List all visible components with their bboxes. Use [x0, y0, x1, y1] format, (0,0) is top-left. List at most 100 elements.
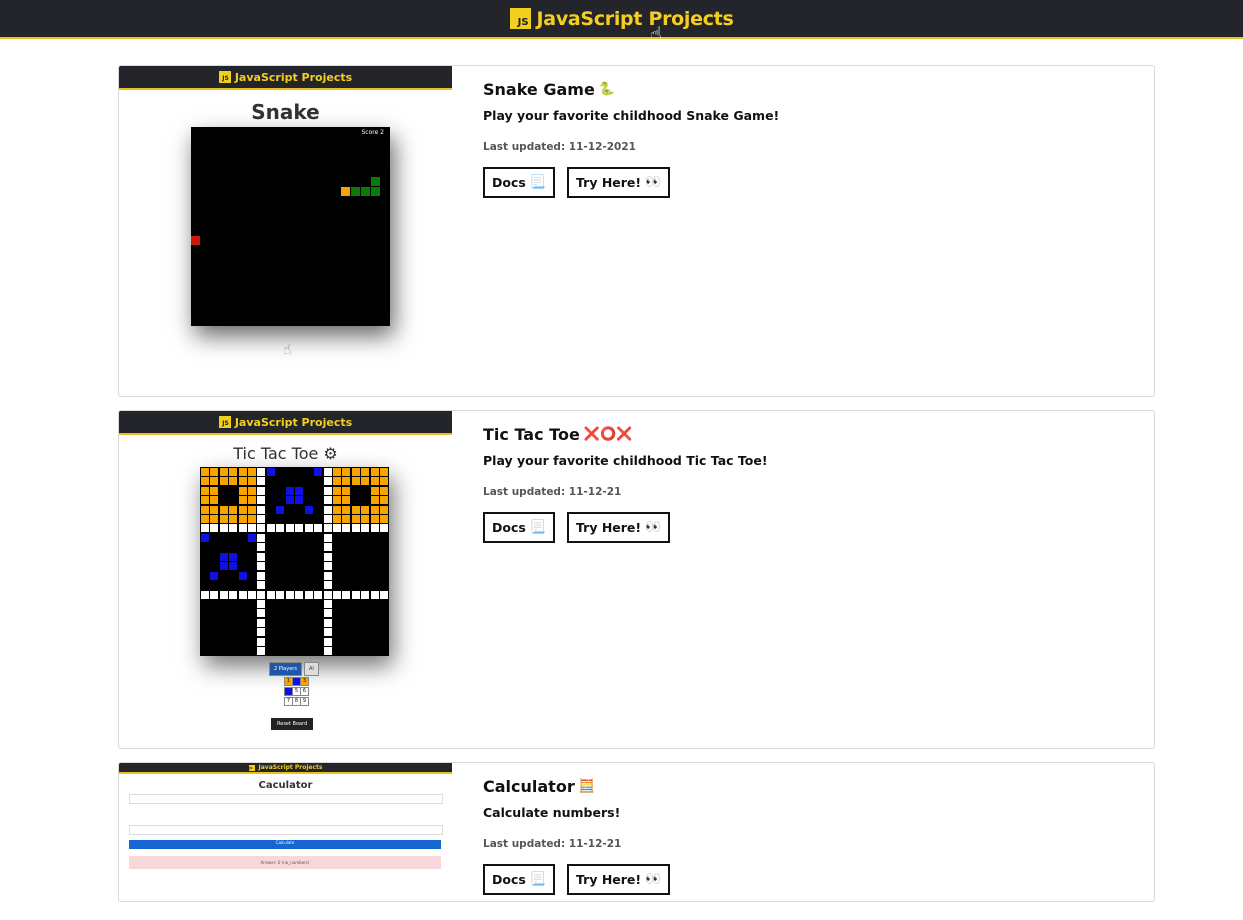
brand-title: JavaScript Projects	[536, 7, 734, 30]
ttt-pixel	[276, 590, 285, 599]
js-logo-icon: JS	[218, 416, 231, 428]
ttt-pixel	[351, 505, 360, 514]
ttt-pixel	[257, 581, 266, 590]
ttt-pixel	[257, 533, 266, 542]
ttt-pixel	[257, 637, 266, 646]
js-logo-icon: JS	[218, 71, 231, 83]
snake-food	[191, 236, 200, 245]
ttt-pixel	[361, 524, 370, 533]
ai-button[interactable]: AI	[303, 662, 319, 676]
project-thumbnail-tic-tac-toe[interactable]: JS JavaScript Projects Tic Tac Toe ⚙ 2 P…	[119, 411, 452, 748]
project-description: Play your favorite childhood Tic Tac Toe…	[483, 453, 768, 468]
try-here-button[interactable]: Try Here! 👀	[567, 167, 671, 198]
brand-link[interactable]: JS JavaScript Projects	[509, 7, 734, 30]
ttt-pixel	[380, 477, 389, 486]
ttt-pixel	[200, 514, 209, 523]
snake-segment	[351, 187, 360, 196]
ttt-pixel	[333, 467, 341, 476]
project-thumbnail-calculator[interactable]: JS JavaScript Projects Caculator Calcula…	[119, 763, 452, 901]
ttt-pixel	[370, 477, 379, 486]
ttt-pixel	[229, 590, 238, 599]
pointer-cursor-icon: ☝	[650, 22, 663, 46]
document-icon: 📃	[529, 175, 547, 190]
ttt-pixel	[210, 467, 219, 476]
project-description: Calculate numbers!	[483, 805, 621, 820]
ttt-pixel	[247, 524, 256, 533]
ttt-pixel	[266, 590, 275, 599]
ttt-pixel	[229, 477, 238, 486]
ttt-pixel	[247, 496, 256, 505]
ttt-pixel	[323, 609, 332, 618]
ttt-pixel	[370, 524, 379, 533]
ttt-mini-cell[interactable]: 9	[300, 697, 309, 706]
thumbnail-header: JS JavaScript Projects	[119, 763, 452, 774]
js-logo-icon: JS	[248, 764, 255, 771]
docs-button[interactable]: Docs 📃	[483, 167, 556, 198]
ttt-pixel	[238, 467, 247, 476]
ttt-pixel	[238, 524, 247, 533]
thumbnail-header-title: JavaScript Projects	[234, 415, 353, 429]
ttt-pixel	[229, 514, 238, 523]
ttt-pixel	[247, 533, 256, 542]
snake-score: Score 2	[361, 129, 384, 136]
snake-icon: 🐍	[598, 82, 615, 97]
two-players-button[interactable]: 2 Players	[269, 662, 302, 676]
ttt-pixel	[200, 590, 209, 599]
ttt-pixel	[257, 524, 266, 533]
last-updated: Last updated: 11-12-21	[483, 838, 622, 850]
eyes-icon: 👀	[645, 175, 662, 190]
project-title: Tic Tac Toe ❌⭕❌	[483, 425, 633, 444]
thumbnail-header-title: JavaScript Projects	[234, 70, 353, 84]
reset-board-button[interactable]: Reset Board	[271, 718, 314, 730]
eyes-icon: 👀	[645, 520, 662, 535]
js-logo-icon: JS	[509, 8, 531, 29]
ttt-pixel	[370, 590, 379, 599]
ttt-pixel	[257, 486, 266, 495]
snake-segment	[371, 187, 380, 196]
last-updated: Last updated: 11-12-2021	[483, 141, 636, 153]
ttt-pixel	[361, 514, 370, 523]
try-here-button[interactable]: Try Here! 👀	[567, 864, 671, 895]
ttt-pixel	[380, 514, 389, 523]
ttt-pixel	[257, 600, 266, 608]
ttt-pixel	[323, 496, 332, 505]
project-thumbnail-snake[interactable]: JS JavaScript Projects Snake Score 2 ☝	[119, 66, 452, 396]
document-icon: 📃	[529, 520, 547, 535]
ttt-pixel	[200, 496, 209, 505]
ttt-pixel	[304, 505, 313, 514]
ttt-pixel	[247, 590, 256, 599]
ttt-pixel	[295, 486, 304, 495]
ttt-pixel	[229, 552, 238, 561]
ttt-pixel	[285, 524, 294, 533]
ttt-mini-cell[interactable]: 6	[300, 687, 309, 696]
ttt-pixel	[257, 571, 266, 580]
ttt-pixel	[370, 486, 379, 495]
ttt-pixel	[323, 477, 332, 486]
ttt-pixel	[276, 505, 285, 514]
ttt-pixel	[323, 467, 332, 476]
ttt-pixel	[295, 590, 304, 599]
calculate-button[interactable]: Calculate	[129, 840, 441, 849]
try-here-button[interactable]: Try Here! 👀	[567, 512, 671, 543]
project-card-calculator: JS JavaScript Projects Caculator Calcula…	[118, 762, 1155, 902]
pointer-cursor-icon: ☝	[283, 342, 292, 358]
snake-game-title: Snake	[251, 100, 320, 124]
ttt-pixel	[351, 477, 360, 486]
ttt-pixel	[370, 505, 379, 514]
ttt-pixel	[380, 505, 389, 514]
ttt-pixel	[323, 571, 332, 580]
ttt-pixel	[200, 486, 209, 495]
calculator-input-2	[129, 825, 443, 835]
ttt-pixel	[323, 514, 332, 523]
thumbnail-header-title: JavaScript Projects	[258, 764, 323, 771]
ttt-mini-cell[interactable]: 3	[300, 677, 309, 686]
ttt-pixel	[323, 486, 332, 495]
ttt-pixel	[333, 486, 341, 495]
docs-button[interactable]: Docs 📃	[483, 512, 556, 543]
ttt-pixel	[323, 600, 332, 608]
ttt-pixel	[351, 514, 360, 523]
ttt-mini-grid: 1356789	[284, 677, 309, 706]
docs-button[interactable]: Docs 📃	[483, 864, 556, 895]
ttt-pixel	[219, 477, 228, 486]
ttt-pixel	[370, 514, 379, 523]
